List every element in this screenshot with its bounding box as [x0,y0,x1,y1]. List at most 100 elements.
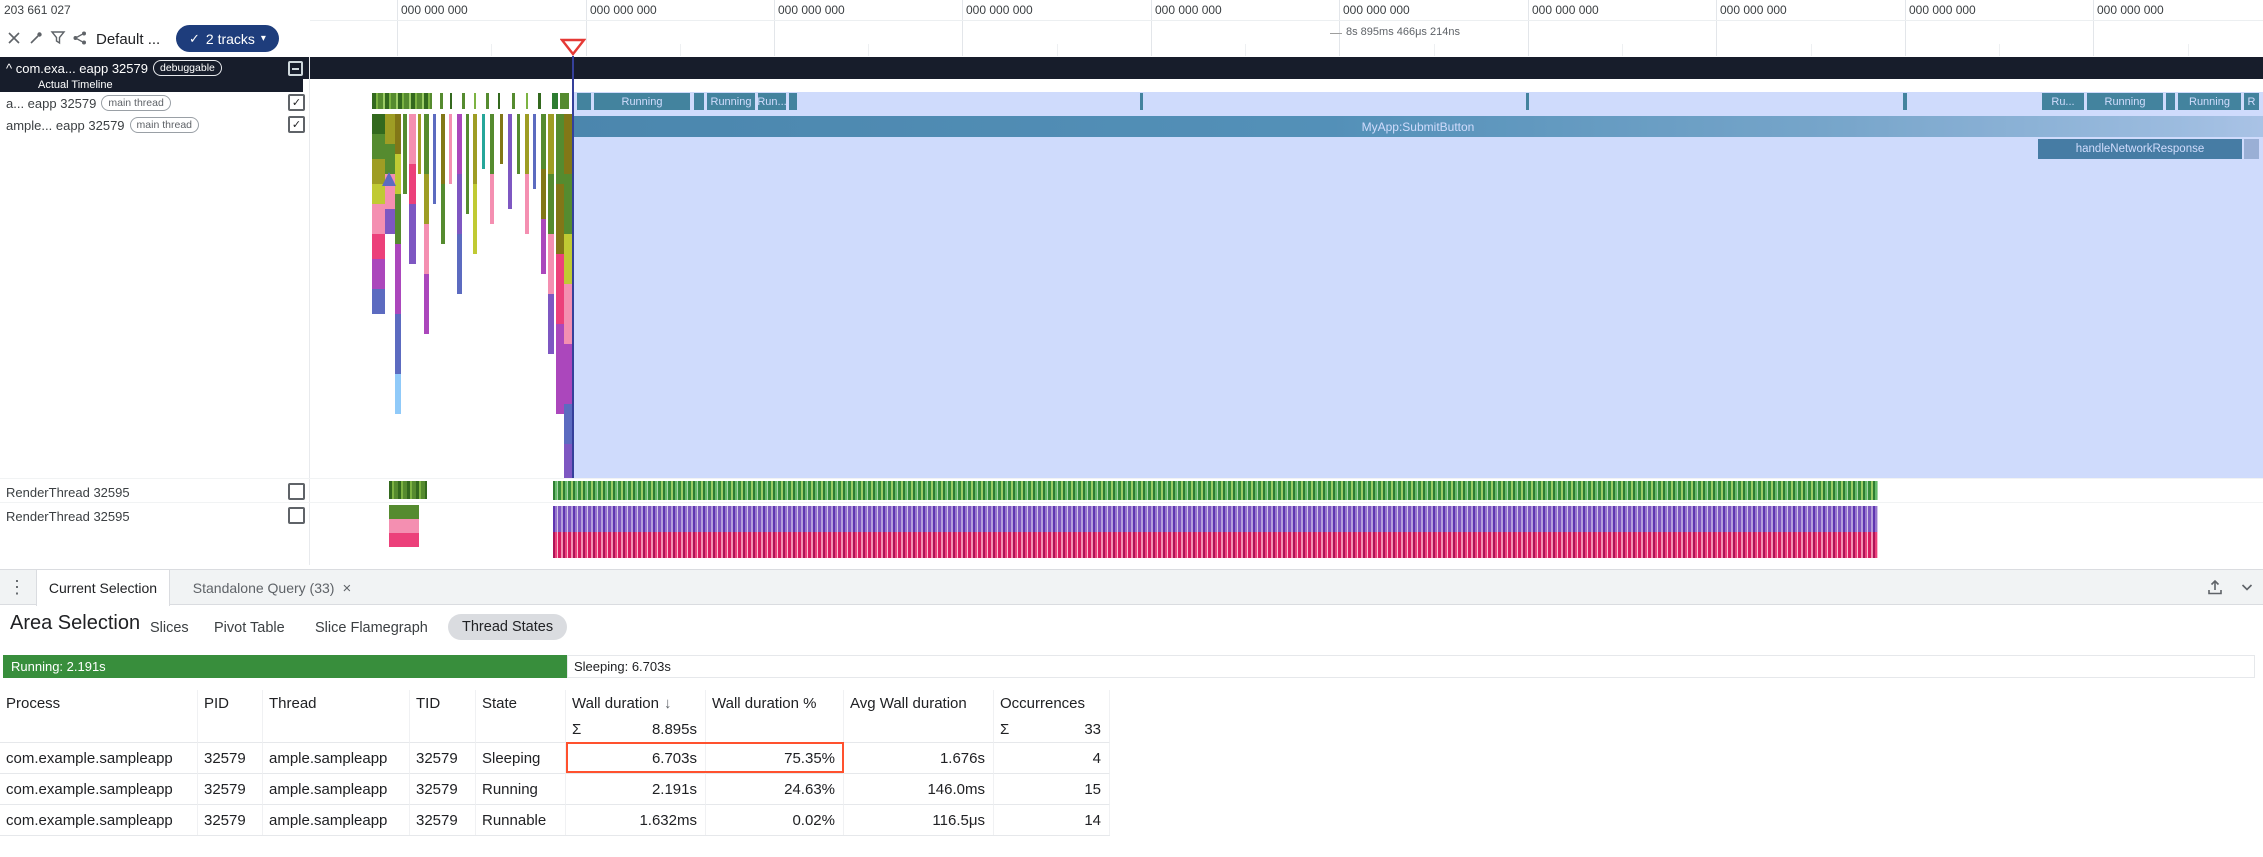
track-row-renderthread-1[interactable]: RenderThread 32595 [0,481,303,503]
track-row-renderthread-2[interactable]: RenderThread 32595 [0,505,303,527]
col-header-pid[interactable]: PID [198,690,263,717]
actual-timeline-label: Actual Timeline [38,79,113,91]
cell-process: com.example.sampleapp [0,773,198,804]
track-checkbox-unchecked[interactable] [288,507,305,524]
renderthread-slices[interactable] [389,481,427,499]
summary-running-segment: Running: 2.191s [3,655,567,678]
flame-slice-stack[interactable] [409,114,416,264]
track-row-main-thread-1[interactable]: a... eapp 32579 main thread [0,92,303,114]
flame-slice-stack[interactable] [525,114,529,234]
area-selection-title: Area Selection [10,612,140,635]
renderthread-slices[interactable] [389,505,419,547]
sigma-occurrences: Σ33 [994,717,1110,742]
flame-slice-stack[interactable] [490,114,494,224]
panel-menu-icon[interactable]: ⋮ [8,577,26,598]
highlighted-cells-outline [566,742,844,773]
cell-thread: ample.sampleapp [263,773,410,804]
duration-marker-label: 8s 895ms 466μs 214ns [1346,26,1460,38]
cell-thread: ample.sampleapp [263,742,410,773]
cell-occurrences: 14 [994,804,1110,835]
flame-slice-stack[interactable] [449,114,452,184]
cell-tid: 32579 [410,742,476,773]
close-icon[interactable]: × [342,580,351,597]
tab-standalone-query[interactable]: Standalone Query (33) × [168,570,376,606]
tab-slices[interactable]: Slices [150,620,189,636]
flame-slice-stack[interactable] [441,114,445,244]
ruler-tick-label: 000 000 000 [1720,3,1787,17]
track-checkbox-checked[interactable]: ✓ [288,116,305,133]
ruler-tick [962,0,963,56]
cell-wall-duration-pct: 0.02% [706,804,844,835]
flame-slice-stack[interactable] [533,114,536,189]
tracks-count-label: 2 tracks [206,31,255,47]
renderthread-state-band[interactable] [553,481,1878,500]
cell-state: Sleeping [476,742,566,773]
track-row-main-thread-2[interactable]: ample... eapp 32579 main thread [0,114,303,136]
col-header-wall-duration-pct[interactable]: Wall duration % [706,690,844,717]
renderthread-slice-band[interactable] [553,506,1878,532]
area-selection-overlay[interactable] [574,92,2263,478]
ruler-tick-label: 000 000 000 [1343,3,1410,17]
flame-slice-stack[interactable] [548,114,554,354]
workspaces-icon[interactable] [72,30,88,46]
sigma-wall-duration: Σ8.895s [566,717,706,742]
flame-slice-stack[interactable] [457,114,462,294]
track-name: RenderThread 32595 [6,509,130,524]
group-indeterminate-checkbox[interactable] [288,61,303,76]
col-header-occurrences[interactable]: Occurrences [994,690,1110,717]
tab-slice-flamegraph[interactable]: Slice Flamegraph [315,620,428,636]
flame-slice-stack[interactable] [517,114,520,174]
col-header-avg-wall-duration[interactable]: Avg Wall duration [844,690,994,717]
cell-avg-wall-duration: 1.676s [844,742,994,773]
flame-slice-stack[interactable] [418,114,421,174]
ruler-tick-label: 000 000 000 [1909,3,1976,17]
col-header-wall-duration[interactable]: Wall duration↓ [566,690,706,717]
marker-wand-icon[interactable] [28,30,44,46]
track-name: ample... eapp 32579 [6,118,125,133]
tab-current-selection[interactable]: Current Selection [36,570,170,606]
ruler-tick-label: 000 000 000 [1155,3,1222,17]
flame-slice-stack[interactable] [403,114,407,194]
workspace-selector[interactable]: Default ... [96,31,160,48]
flame-slice-stack[interactable] [466,114,469,214]
flame-slice-stack[interactable] [500,114,503,164]
cell-wall-duration: 2.191s [566,773,706,804]
cell-thread: ample.sampleapp [263,804,410,835]
flame-slice-stack[interactable] [395,114,401,414]
flame-slice-stack[interactable] [372,114,385,314]
flame-slice-stack[interactable] [424,114,429,334]
renderthread-slice-band[interactable] [553,532,1878,558]
col-header-process[interactable]: Process [0,690,198,717]
filter-icon[interactable] [50,30,66,46]
flame-slice-stack[interactable] [541,114,546,274]
cell-wall-duration: 1.632ms [566,804,706,835]
chevron-down-icon[interactable] [2238,578,2256,601]
flame-slice-stack[interactable] [508,114,512,209]
ruler-tick [774,0,775,56]
collapse-panel-icon[interactable] [2206,578,2224,601]
tracks-count-button[interactable]: ✓ 2 tracks ▾ [176,25,279,52]
col-header-tid[interactable]: TID [410,690,476,717]
col-header-thread[interactable]: Thread [263,690,410,717]
cell-occurrences: 4 [994,742,1110,773]
ruler-origin-label: 203 661 027 [4,3,71,17]
tab-pivot-table[interactable]: Pivot Table [214,620,285,636]
flame-slice-stack[interactable] [482,114,485,169]
flame-slice-stack[interactable] [433,114,436,204]
timeline-flag-marker[interactable] [560,38,586,61]
selection-marker-line[interactable] [572,56,574,478]
thread-state-slices[interactable] [372,93,432,109]
flame-slice-stack[interactable] [556,114,564,414]
col-header-state[interactable]: State [476,690,566,717]
check-icon: ✓ [189,31,200,47]
ruler-tick [1339,0,1340,56]
bottom-panel-tabbar: ⋮ Current Selection Standalone Query (33… [0,569,2263,605]
cell-occurrences: 15 [994,773,1110,804]
process-group-header[interactable]: ^ com.exa... eapp 32579 debuggable [0,57,2263,79]
tab-thread-states[interactable]: Thread States [448,614,567,640]
track-checkbox-checked[interactable]: ✓ [288,94,305,111]
flame-slice-stack[interactable] [473,114,477,254]
clear-selection-icon[interactable] [6,30,22,46]
track-checkbox-unchecked[interactable] [288,483,305,500]
ruler-tick-label: 000 000 000 [401,3,468,17]
